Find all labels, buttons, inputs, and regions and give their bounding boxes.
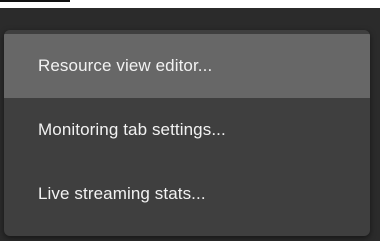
top-strip (0, 0, 380, 8)
title-underline (0, 0, 70, 2)
menu-item-resource-view-editor[interactable]: Resource view editor... (4, 34, 370, 98)
menu-item-live-streaming-stats[interactable]: Live streaming stats... (4, 162, 370, 226)
screen: Resource view editor... Monitoring tab s… (0, 0, 380, 241)
context-menu: Resource view editor... Monitoring tab s… (4, 30, 370, 236)
menu-item-monitoring-tab-settings[interactable]: Monitoring tab settings... (4, 98, 370, 162)
